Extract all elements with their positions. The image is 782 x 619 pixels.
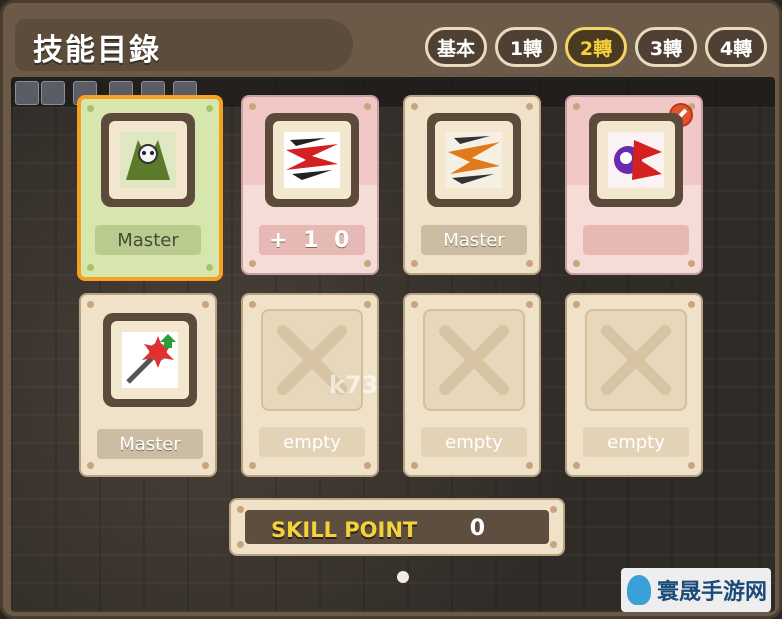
site-watermark-text: k73 [329,371,379,399]
window-title: 技能目錄 [33,33,161,68]
empty-slot-label: empty [583,427,689,457]
skill-card[interactable]: Master [79,293,217,477]
empty-slot-icon [585,309,687,411]
empty-slot-icon [423,309,525,411]
empty-skill-slot: empty [403,293,541,477]
skill-point-panel: SKILL POINT 0 [229,498,565,556]
skill-icon-frame [265,113,359,207]
brand-logo-icon [627,575,651,605]
skill-level-label: Master [97,429,203,459]
skill-point-display: SKILL POINT 0 [245,510,549,544]
tab-second-job[interactable]: 2轉 [565,27,627,67]
tab-third-job[interactable]: 3轉 [635,27,697,67]
tab-fourth-job[interactable]: 4轉 [705,27,767,67]
page-indicator-dot[interactable] [397,571,409,583]
empty-skill-slot: empty [565,293,703,477]
buff-icon [41,81,65,105]
tab-first-job[interactable]: 1轉 [495,27,557,67]
empty-slot-label: empty [259,427,365,457]
skill-icon-frame [589,113,683,207]
skill-point-value: 0 [469,516,485,541]
skill-card[interactable]: Master [77,95,223,281]
skill-card[interactable] [565,95,703,275]
skill-level-label: Master [95,225,201,255]
job-tabs: 基本 1轉 2轉 3轉 4轉 [425,27,767,67]
brand-name: 寰晟手游网 [657,579,768,605]
skill-icon-frame [101,113,195,207]
skill-level-label: Master [421,225,527,255]
spiked-mace-skill-icon [111,321,189,399]
red-slash-skill-icon [273,121,351,199]
orange-slash-skill-icon [435,121,513,199]
skill-card[interactable]: + 1 0 [241,95,379,275]
empty-slot-label: empty [421,427,527,457]
tab-basic[interactable]: 基本 [425,27,487,67]
skull-wings-skill-icon [109,121,187,199]
skill-icon-frame [427,113,521,207]
skill-level-label: + 1 0 [259,225,365,255]
skill-card[interactable]: Master [403,95,541,275]
buff-icon [15,81,39,105]
skill-window: 技能目錄 基本 1轉 2轉 3轉 4轉 Master + 1 0 Master … [0,0,782,619]
skill-icon-frame [103,313,197,407]
purple-burst-skill-icon [597,121,675,199]
skill-level-label [583,225,689,255]
brand-watermark: 寰晟手游网 [621,568,771,612]
skill-point-label: SKILL POINT [271,518,418,542]
